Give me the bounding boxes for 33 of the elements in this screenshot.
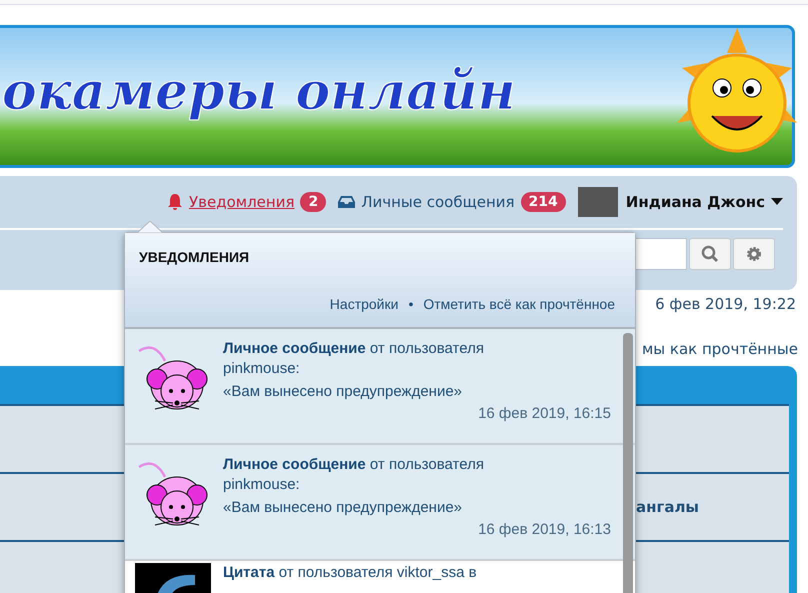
- bell-icon: [167, 193, 183, 211]
- popup-title: УВЕДОМЛЕНИЯ: [139, 249, 250, 265]
- avatar-photo-placeholder: [578, 187, 618, 217]
- search-button[interactable]: [689, 238, 731, 270]
- settings-button[interactable]: [733, 238, 775, 270]
- settings-icon: [745, 245, 763, 263]
- separator-dot: •: [408, 296, 414, 312]
- inbox-icon: [338, 195, 356, 209]
- mark-all-read-link[interactable]: Отметить всё как прочтённое: [423, 296, 615, 312]
- notification-time: 16 фев 2019, 16:15: [477, 404, 611, 424]
- notifications-link[interactable]: Уведомления: [167, 193, 294, 211]
- settings-link[interactable]: Настройки: [330, 296, 398, 312]
- notification-quote: «Вам вынесено предупреждение»: [223, 382, 464, 402]
- message-count: 214: [520, 192, 566, 212]
- notification-time: 16 фев 2019, 16:13: [477, 520, 611, 540]
- notification-text: Цитата от пользователя viktor_ssa в: [223, 563, 478, 583]
- caret-icon[interactable]: [771, 198, 783, 206]
- scrollbar[interactable]: [623, 333, 633, 593]
- notification-text: Личное сообщение от пользователя pinkmouse:: [223, 339, 485, 380]
- notification-text: Личное сообщение от пользователя pinkmouse:: [223, 455, 485, 496]
- notification-item[interactable]: Цитата от пользователя viktor_ssa в: [125, 561, 635, 593]
- logo-thumbnail-icon: [135, 563, 211, 593]
- forum-title[interactable]: ангалы: [636, 498, 699, 516]
- date-text: 6 фев 2019, 19:22: [655, 295, 796, 313]
- mark-read-link[interactable]: мы как прочтённые: [642, 340, 798, 358]
- user-name[interactable]: Индиана Джонс: [626, 193, 765, 211]
- notification-count: 2: [300, 192, 326, 212]
- messages-link[interactable]: Личные сообщения: [338, 193, 515, 211]
- notification-item[interactable]: Личное сообщение от пользователя pinkmouse: «Вам вынесено предупреждение» 16 фев 2019, 16:15: [125, 329, 635, 445]
- site-title: окамеры онлайн: [2, 61, 516, 122]
- notification-quote: «Вам вынесено предупреждение»: [223, 498, 464, 518]
- search-icon: [701, 245, 719, 263]
- notification-item[interactable]: Личное сообщение от пользователя pinkmouse: «Вам вынесено предупреждение» 16 фев 2019, 16:13: [125, 445, 635, 561]
